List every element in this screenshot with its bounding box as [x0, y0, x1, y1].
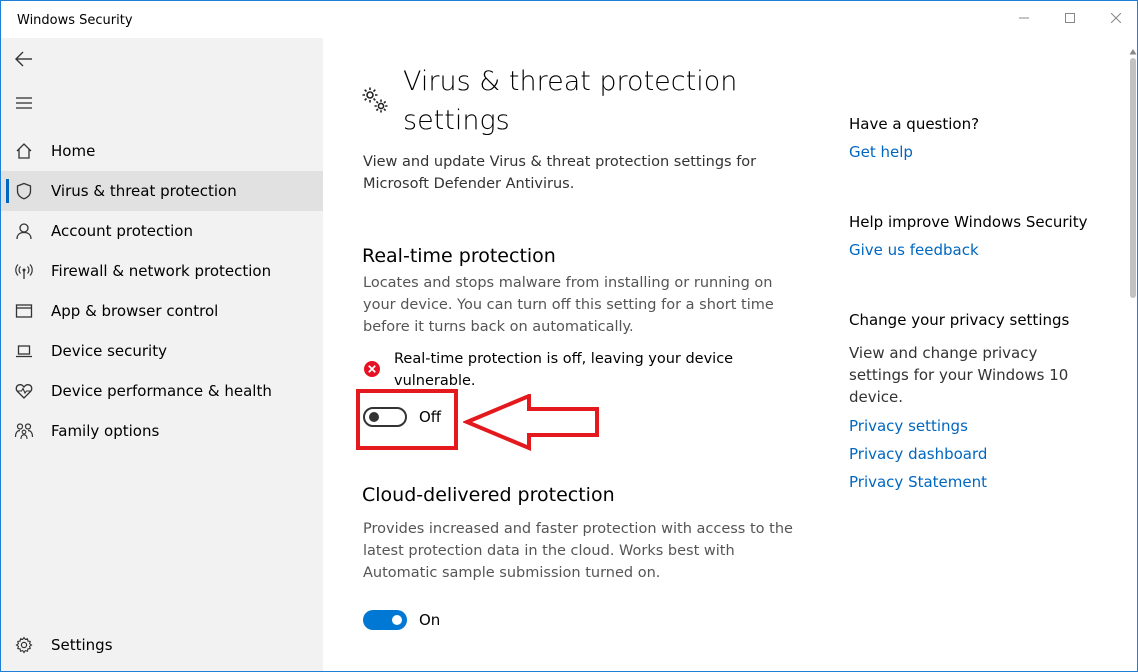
privacy-heading: Change your privacy settings: [849, 311, 1070, 329]
close-button[interactable]: [1093, 1, 1137, 35]
privacy-settings-link[interactable]: Privacy settings: [849, 417, 968, 435]
sidebar-item-label: Home: [51, 142, 96, 160]
annotation-highlight-box: [356, 389, 458, 450]
sidebar-item-firewall-network[interactable]: Firewall & network protection: [1, 251, 323, 291]
sidebar-item-device-performance[interactable]: Device performance & health: [1, 371, 323, 411]
laptop-icon: [13, 340, 35, 362]
gears-icon: [362, 87, 388, 113]
windows-security-window: Windows Security Home Virus & threat pro…: [0, 0, 1138, 672]
heart-icon: [13, 380, 35, 402]
sidebar-item-label: Account protection: [51, 222, 193, 240]
sidebar-item-label: App & browser control: [51, 302, 219, 320]
sidebar: Home Virus & threat protection Account p…: [1, 38, 323, 671]
window-title: Windows Security: [17, 13, 133, 28]
hamburger-menu-button[interactable]: [11, 90, 37, 116]
sidebar-item-app-browser-control[interactable]: App & browser control: [1, 291, 323, 331]
get-help-link[interactable]: Get help: [849, 143, 913, 161]
page-title: Virus & threat protection settings: [403, 66, 738, 136]
maximize-icon: [1065, 13, 1075, 23]
shield-icon: [13, 180, 35, 202]
sidebar-item-label: Settings: [51, 636, 113, 654]
realtime-protection-title: Real-time protection: [362, 245, 556, 267]
cloud-protection-description: Provides increased and faster protection…: [363, 521, 793, 581]
settings-gear-icon: [13, 634, 35, 656]
app-window-icon: [13, 300, 35, 322]
privacy-statement-link[interactable]: Privacy Statement: [849, 473, 987, 491]
back-arrow-icon: [15, 51, 32, 67]
annotation-arrow-icon: [463, 394, 599, 452]
back-button[interactable]: [11, 46, 37, 72]
privacy-text: View and change privacy settings for you…: [849, 344, 1069, 406]
sidebar-item-label: Family options: [51, 422, 160, 440]
sidebar-item-settings[interactable]: Settings: [1, 625, 323, 665]
toggle-knob: [392, 615, 402, 625]
person-icon: [13, 220, 35, 242]
cloud-protection-toggle[interactable]: [363, 610, 407, 630]
realtime-protection-description: Locates and stops malware from installin…: [363, 275, 774, 335]
home-icon: [13, 140, 35, 162]
main-content: Virus & threat protection settings View …: [323, 38, 1137, 671]
improve-heading: Help improve Windows Security: [849, 213, 1088, 231]
close-icon: [1111, 13, 1121, 23]
sidebar-item-virus-threat-protection[interactable]: Virus & threat protection: [1, 171, 323, 211]
vertical-scrollbar[interactable]: [1129, 38, 1137, 671]
scrollbar-thumb[interactable]: [1130, 58, 1136, 298]
give-feedback-link[interactable]: Give us feedback: [849, 241, 979, 259]
cloud-protection-title: Cloud-delivered protection: [362, 484, 615, 506]
error-x-icon: [364, 361, 380, 377]
cloud-toggle-state: On: [419, 611, 441, 629]
sidebar-item-label: Firewall & network protection: [51, 262, 272, 280]
minimize-button[interactable]: [1001, 1, 1047, 35]
scroll-up-arrow-icon[interactable]: [1129, 48, 1137, 56]
maximize-button[interactable]: [1047, 1, 1093, 35]
sidebar-item-device-security[interactable]: Device security: [1, 331, 323, 371]
sidebar-item-label: Virus & threat protection: [51, 182, 237, 200]
title-bar: Windows Security: [1, 1, 1137, 38]
minimize-icon: [1019, 17, 1029, 19]
question-heading: Have a question?: [849, 115, 980, 133]
sidebar-item-family-options[interactable]: Family options: [1, 411, 323, 451]
family-icon: [13, 420, 35, 442]
hamburger-icon: [16, 97, 32, 109]
sidebar-item-label: Device performance & health: [51, 382, 272, 400]
page-description: View and update Virus & threat protectio…: [363, 154, 757, 192]
antenna-icon: [13, 260, 35, 282]
sidebar-item-label: Device security: [51, 342, 167, 360]
privacy-dashboard-link[interactable]: Privacy dashboard: [849, 445, 987, 463]
warning-text: Real-time protection is off, leaving you…: [394, 351, 734, 389]
sidebar-item-account-protection[interactable]: Account protection: [1, 211, 323, 251]
sidebar-item-home[interactable]: Home: [1, 131, 323, 171]
